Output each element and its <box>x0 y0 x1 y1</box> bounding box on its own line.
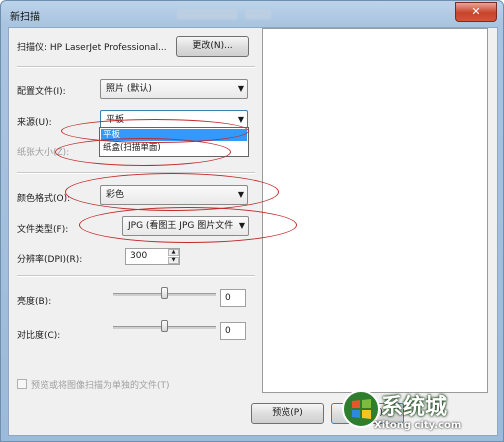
profile-select[interactable]: 照片 (默认) ▼ <box>100 79 248 99</box>
contrast-slider-thumb[interactable] <box>161 320 168 332</box>
annotation-ellipse <box>55 138 231 166</box>
watermark-url: Xitong city.com <box>374 420 462 431</box>
title-blur <box>177 9 237 19</box>
resolution-value: 300 <box>130 251 148 261</box>
profile-label: 配置文件(I): <box>17 87 66 97</box>
color-format-label: 颜色格式(O): <box>17 194 71 204</box>
separator <box>17 275 255 277</box>
title-bar[interactable]: 新扫描 ✕ <box>1 1 503 27</box>
contrast-value-field[interactable]: 0 <box>220 322 246 340</box>
brightness-value-field[interactable]: 0 <box>220 289 246 307</box>
brightness-slider-thumb[interactable] <box>161 287 168 299</box>
chevron-down-icon: ▼ <box>237 84 244 93</box>
separate-files-label: 预览或将图像扫描为单独的文件(T) <box>31 381 170 391</box>
separate-files-checkbox[interactable] <box>17 379 27 389</box>
watermark-logo: 系统城 Xitong city.com <box>341 389 497 441</box>
separator <box>17 66 255 68</box>
window-title: 新扫描 <box>10 12 40 23</box>
file-type-label: 文件类型(F): <box>17 225 69 235</box>
annotation-ellipse <box>65 173 279 211</box>
preview-pane <box>262 28 488 393</box>
annotation-ellipse <box>79 207 297 243</box>
change-scanner-button[interactable]: 更改(N)... <box>176 36 249 57</box>
decrease-arrow-icon[interactable]: ▼ <box>168 257 179 264</box>
source-label: 来源(U): <box>17 118 52 128</box>
watermark-text: 系统城 <box>381 395 448 420</box>
close-button[interactable]: ✕ <box>455 2 497 22</box>
resolution-stepper[interactable]: 300 ▲ ▼ <box>125 248 180 265</box>
preview-button[interactable]: 预览(P) <box>251 403 324 424</box>
profile-value: 照片 (默认) <box>106 84 152 94</box>
resolution-label: 分辨率(DPI)(R): <box>17 255 83 265</box>
title-blur <box>245 9 271 19</box>
scan-dialog-window: 新扫描 ✕ 扫描仪: HP LaserJet Professional... 更… <box>0 0 504 442</box>
increase-arrow-icon[interactable]: ▲ <box>168 249 179 256</box>
contrast-label: 对比度(C): <box>17 331 61 341</box>
scanner-label: 扫描仪: HP LaserJet Professional... <box>17 43 167 53</box>
brightness-label: 亮度(B): <box>17 297 52 307</box>
